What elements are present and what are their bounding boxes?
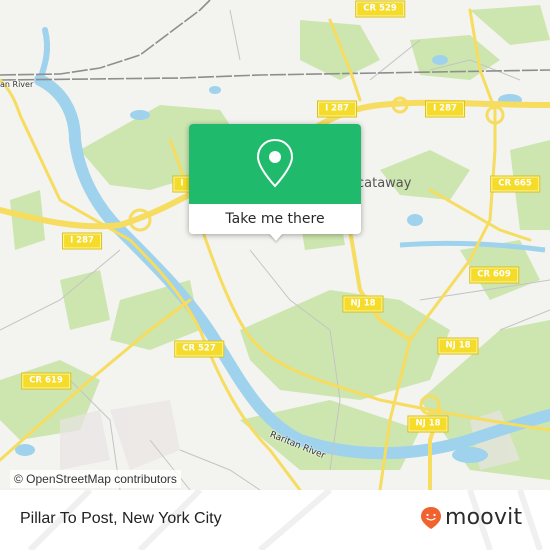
moovit-pin-icon bbox=[421, 507, 441, 529]
river-label-raritan-top: an River bbox=[0, 80, 34, 89]
popup-pointer bbox=[269, 233, 283, 241]
map-pin-icon bbox=[256, 138, 294, 188]
map-attribution[interactable]: © OpenStreetMap contributors bbox=[10, 470, 181, 488]
place-label-piscataway: cataway bbox=[357, 176, 412, 191]
location-popup: Take me there bbox=[189, 124, 361, 234]
road-shield-cr665: CR 665 bbox=[491, 176, 539, 192]
road-shield-nj18: NJ 18 bbox=[408, 416, 448, 432]
moovit-logo[interactable]: moovit bbox=[420, 506, 522, 530]
take-me-there-button[interactable]: Take me there bbox=[189, 204, 361, 234]
road-shield-i287: I 287 bbox=[426, 101, 464, 117]
road-shield-i287: I 287 bbox=[318, 101, 356, 117]
road-shield-nj18: NJ 18 bbox=[438, 338, 478, 354]
road-shield-cr529: CR 529 bbox=[356, 1, 404, 17]
road-shield-cr609: CR 609 bbox=[470, 267, 518, 283]
road-shield-i287-partial: I bbox=[173, 176, 191, 192]
place-name: Pillar To Post, New York City bbox=[20, 510, 222, 527]
road-shield-i287: I 287 bbox=[63, 233, 101, 249]
map-view[interactable]: CR 529 I 287 I 287 I 287 I CR 665 CR 609… bbox=[0, 0, 550, 490]
road-shield-cr527: CR 527 bbox=[175, 341, 223, 357]
popup-header bbox=[189, 124, 361, 204]
road-shield-cr619: CR 619 bbox=[22, 373, 70, 389]
moovit-wordmark: moovit bbox=[445, 505, 523, 530]
road-shield-nj18: NJ 18 bbox=[343, 296, 383, 312]
